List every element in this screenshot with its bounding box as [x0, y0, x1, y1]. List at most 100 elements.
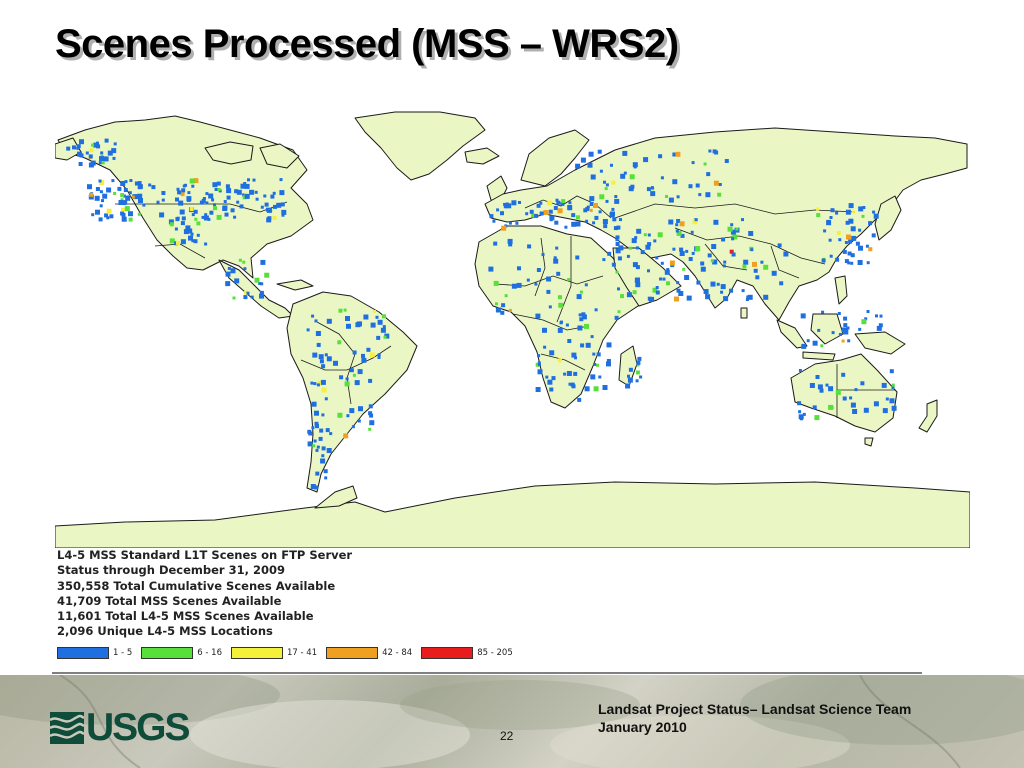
scene-marker-272 [351, 425, 355, 429]
scene-marker-604 [557, 327, 563, 333]
scene-marker-206 [259, 293, 264, 299]
landmass-java [802, 351, 836, 361]
scene-marker-251 [380, 327, 386, 333]
scene-marker-33 [148, 183, 152, 187]
scene-marker-274 [311, 426, 315, 430]
scene-marker-486 [763, 294, 769, 300]
scene-marker-546 [842, 249, 847, 254]
scene-marker-500 [696, 280, 701, 285]
scene-marker-156 [176, 216, 180, 220]
scene-marker-44 [124, 206, 130, 212]
scene-marker-69 [205, 201, 209, 205]
scene-marker-562 [617, 310, 621, 314]
scene-marker-399 [698, 193, 702, 197]
scene-marker-625 [606, 359, 611, 363]
scene-marker-200 [242, 260, 246, 264]
scene-marker-708 [809, 383, 815, 388]
scene-marker-150 [169, 238, 175, 244]
scene-marker-738 [636, 360, 641, 365]
scene-marker-693 [821, 310, 825, 314]
scene-marker-270 [343, 433, 349, 439]
scene-marker-265 [354, 380, 360, 386]
scene-marker-167 [66, 146, 71, 151]
scene-marker-609 [580, 343, 585, 348]
scene-marker-511 [731, 252, 736, 257]
scene-marker-699 [889, 398, 895, 404]
scene-marker-548 [850, 253, 855, 258]
scene-marker-123 [230, 208, 235, 213]
scene-marker-11 [113, 192, 117, 195]
scene-marker-122 [252, 178, 256, 182]
scene-marker-276 [329, 432, 333, 436]
scene-marker-564 [607, 251, 612, 256]
scene-marker-125 [249, 189, 255, 195]
scene-marker-586 [602, 258, 606, 262]
scene-marker-303 [325, 428, 330, 433]
legend-label-2: 6 - 16 [197, 647, 222, 658]
scene-marker-488 [730, 223, 734, 227]
scene-marker-664 [617, 287, 620, 291]
scene-marker-19 [106, 208, 112, 214]
scene-marker-531 [851, 235, 857, 241]
scene-marker-703 [885, 397, 889, 401]
scene-marker-607 [535, 387, 541, 392]
scene-marker-308 [313, 439, 317, 443]
scene-marker-182 [79, 139, 84, 145]
scene-marker-148 [196, 221, 201, 226]
scene-marker-404 [717, 192, 722, 197]
scene-marker-299 [315, 448, 319, 452]
scene-marker-380 [665, 195, 668, 198]
scene-marker-239 [337, 340, 342, 345]
scene-marker-516 [850, 226, 856, 232]
scene-marker-287 [311, 401, 317, 407]
scene-marker-467 [721, 237, 726, 242]
scene-marker-247 [319, 359, 324, 364]
scene-marker-374 [629, 174, 635, 180]
scene-marker-129 [213, 206, 217, 211]
scene-marker-447 [685, 249, 689, 253]
scene-marker-67 [205, 192, 209, 196]
scene-marker-378 [676, 195, 680, 199]
scene-marker-647 [573, 371, 578, 376]
scene-marker-696 [817, 328, 821, 332]
scene-marker-479 [703, 289, 709, 294]
scene-marker-529 [846, 234, 851, 240]
scene-marker-589 [594, 308, 598, 312]
scene-marker-126 [217, 188, 221, 191]
scene-marker-277 [319, 428, 324, 433]
scene-marker-726 [850, 402, 856, 408]
scene-marker-365 [515, 221, 519, 225]
landmass-sri-lanka [740, 307, 748, 319]
scene-marker-194 [85, 151, 89, 155]
scene-marker-494 [727, 226, 733, 232]
scene-marker-701 [854, 388, 858, 392]
scene-marker-616 [584, 386, 590, 392]
scene-marker-384 [691, 161, 695, 165]
legend-line-title: L4-5 MSS Standard L1T Scenes on FTP Serv… [57, 548, 353, 562]
scene-marker-370 [646, 187, 651, 192]
scene-marker-598 [493, 280, 499, 286]
scene-marker-147 [204, 242, 208, 246]
scene-marker-561 [556, 271, 561, 276]
scene-marker-725 [841, 372, 846, 377]
scene-marker-176 [89, 148, 94, 153]
scene-marker-104 [223, 200, 227, 203]
scene-marker-376 [724, 159, 729, 163]
scene-marker-552 [826, 219, 831, 224]
scene-marker-485 [688, 257, 693, 261]
scene-marker-79 [225, 184, 230, 189]
scene-marker-288 [314, 421, 319, 426]
scene-marker-435 [675, 223, 679, 227]
scene-marker-462 [752, 261, 757, 267]
scene-marker-401 [688, 184, 693, 189]
scene-marker-353 [598, 210, 602, 214]
scene-marker-190 [99, 156, 104, 162]
scene-marker-16 [161, 191, 166, 195]
scene-marker-53 [99, 204, 103, 208]
scene-marker-656 [664, 269, 670, 275]
scene-marker-440 [643, 233, 647, 237]
scene-marker-324 [500, 211, 504, 216]
scene-marker-600 [581, 314, 587, 320]
scene-marker-480 [748, 231, 754, 236]
scene-marker-504 [710, 281, 716, 287]
